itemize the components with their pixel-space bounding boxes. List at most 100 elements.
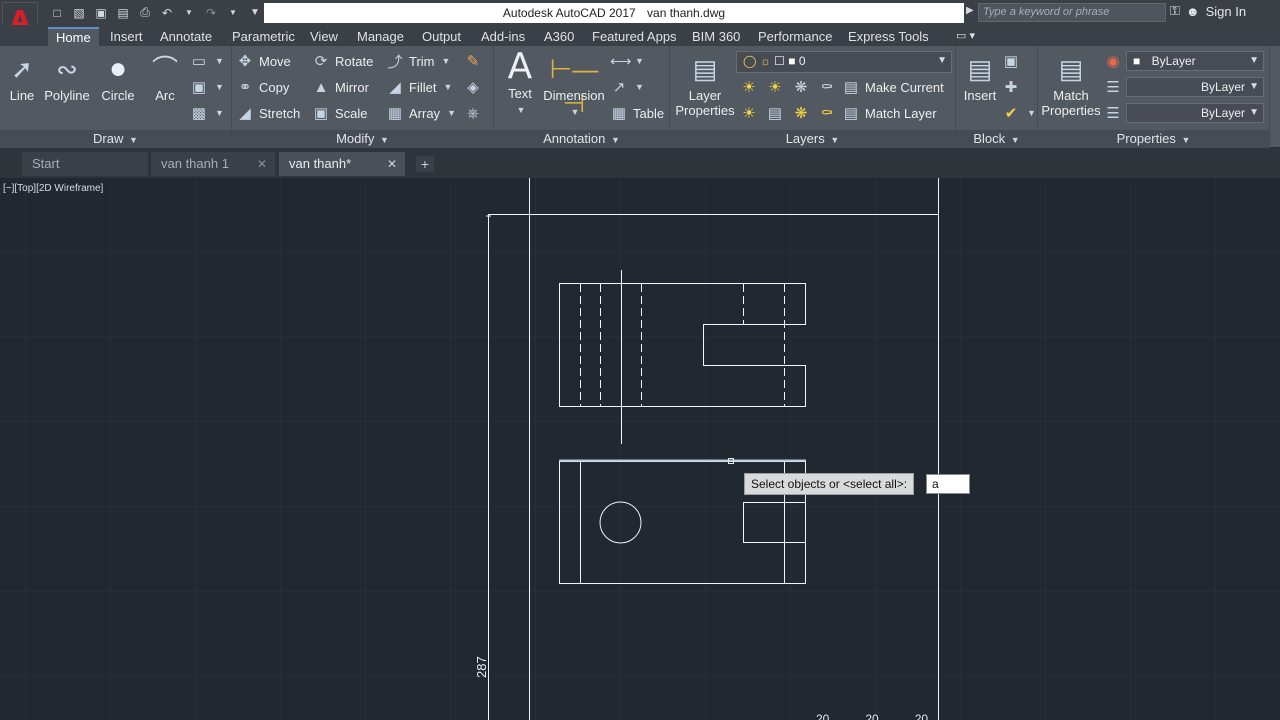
redo-icon[interactable]: ↷ (202, 4, 220, 22)
layer-properties-tool[interactable]: ▤ Layer Properties (674, 52, 736, 118)
leader-tool[interactable]: ↗ ▼ (610, 77, 644, 97)
plot-icon[interactable]: ⎙ (136, 4, 154, 22)
customize-qat-icon[interactable]: ▼ (246, 4, 264, 22)
tab-annotate[interactable]: Annotate (152, 27, 220, 46)
match-layer-tool[interactable]: ▤ Match Layer (842, 103, 937, 123)
undo-dropdown-icon[interactable]: ▼ (180, 4, 198, 22)
dimension-dropdown-icon[interactable]: ▼ (571, 107, 580, 117)
dynamic-input-field[interactable]: a (926, 474, 970, 494)
create-block-tool[interactable]: ▣ (1002, 51, 1020, 71)
insert-block-tool[interactable]: ▤ Insert (960, 52, 1000, 103)
tab-a360[interactable]: A360 (536, 27, 582, 46)
file-tab-van-thanh-1[interactable]: van thanh 1 ✕ (151, 152, 275, 176)
open-file-icon[interactable]: ▧ (70, 4, 88, 22)
circle-tool[interactable]: ● Circle (100, 52, 136, 103)
tab-view[interactable]: View (302, 27, 346, 46)
annotation-panel-title[interactable]: Annotation ▼ (494, 130, 669, 148)
boundary-dropdown-icon[interactable]: ▼ (215, 108, 224, 118)
dimension-tool[interactable]: ⊢—⊣ Dimension ▼ (542, 52, 606, 118)
make-current-tool[interactable]: ▤ Make Current (842, 77, 944, 97)
color-dropdown[interactable]: ■ ByLayer ▼ (1126, 51, 1264, 71)
stretch-tool[interactable]: ◢ Stretch (236, 103, 300, 123)
erase-tool[interactable]: ✎ (464, 51, 482, 71)
draw-panel-title[interactable]: Draw ▼ (0, 130, 231, 148)
rotate-tool[interactable]: ⟳ Rotate (312, 51, 374, 71)
linetype-dropdown[interactable]: ByLayer ▼ (1126, 103, 1264, 123)
undo-icon[interactable]: ↶ (158, 4, 176, 22)
close-tab-icon[interactable]: ✕ (387, 152, 397, 176)
redo-dropdown-icon[interactable]: ▼ (224, 4, 242, 22)
new-file-icon[interactable]: □ (48, 4, 66, 22)
layer-on-tool[interactable]: ☀ (740, 103, 758, 123)
array-dropdown-icon[interactable]: ▼ (447, 108, 456, 118)
tab-parametric[interactable]: Parametric (224, 27, 303, 46)
text-dropdown-icon[interactable]: ▼ (517, 105, 526, 115)
tab-insert[interactable]: Insert (102, 27, 151, 46)
linear-dim-tool[interactable]: ⟷ ▼ (610, 51, 644, 71)
tab-add-ins[interactable]: Add-ins (473, 27, 533, 46)
move-tool[interactable]: ✥ Move (236, 51, 291, 71)
explode-tool[interactable]: ◈ (464, 77, 482, 97)
viewport-controls[interactable]: [−][Top][2D Wireframe] (3, 183, 103, 194)
hatch-tool[interactable]: ▣ ▼ (190, 77, 224, 97)
tab-performance[interactable]: Performance (750, 27, 840, 46)
new-tab-button[interactable]: + (416, 156, 434, 172)
tab-output[interactable]: Output (414, 27, 469, 46)
trim-tool[interactable]: ⤴ Trim ▼ (386, 51, 450, 71)
leader-dropdown-icon[interactable]: ▼ (635, 82, 644, 92)
layer-isolate-tool[interactable]: ☀ (766, 77, 784, 97)
mirror-tool[interactable]: ▲ Mirror (312, 77, 369, 97)
edit-block-tool[interactable]: ✚ (1002, 77, 1020, 97)
array-tool[interactable]: ▦ Array ▼ (386, 103, 456, 123)
line-tool[interactable]: ➚ Line (6, 52, 38, 103)
boundary-tool[interactable]: ▩ ▼ (190, 103, 224, 123)
trim-dropdown-icon[interactable]: ▼ (442, 56, 451, 66)
user-icon[interactable]: ☻ (1186, 4, 1200, 19)
layer-freeze-tool[interactable]: ❋ (792, 77, 810, 97)
sign-in-link[interactable]: Sign In (1206, 4, 1246, 19)
block-attribute-dropdown-icon[interactable]: ▼ (1027, 108, 1036, 118)
drawing-canvas[interactable] (0, 178, 1280, 720)
layer-unlock-tool[interactable]: ⚰ (818, 103, 836, 123)
block-attribute-tool[interactable]: ✔ ▼ (1002, 103, 1036, 123)
layer-dropdown[interactable]: ◯ ☼ ☐ ■ 0 ▼ (736, 51, 952, 73)
layers-panel-title[interactable]: Layers ▼ (670, 130, 955, 148)
fillet-tool[interactable]: ◢ Fillet ▼ (386, 77, 452, 97)
scale-tool[interactable]: ▣ Scale (312, 103, 368, 123)
lineweight-dropdown[interactable]: ByLayer ▼ (1126, 77, 1264, 97)
hatch-dropdown-icon[interactable]: ▼ (215, 82, 224, 92)
ribbon-options-icon[interactable]: ▭ ▾ (948, 27, 983, 46)
block-panel-title[interactable]: Block ▼ (956, 130, 1037, 148)
close-tab-icon[interactable]: ✕ (257, 152, 267, 176)
tab-express-tools[interactable]: Express Tools (840, 27, 937, 46)
tab-featured-apps[interactable]: Featured Apps (584, 27, 685, 46)
search-expand-icon[interactable]: ▶ (966, 5, 974, 16)
fillet-dropdown-icon[interactable]: ▼ (443, 82, 452, 92)
copy-tool[interactable]: ⚭ Copy (236, 77, 290, 97)
file-tab-van-thanh[interactable]: van thanh* ✕ (279, 152, 405, 176)
offset-tool[interactable]: ⎈ (464, 103, 482, 123)
save-as-icon[interactable]: ▤ (114, 4, 132, 22)
table-tool[interactable]: ▦ Table (610, 103, 664, 123)
search-input[interactable]: Type a keyword or phrase (978, 3, 1166, 22)
tab-manage[interactable]: Manage (349, 27, 412, 46)
polyline-tool[interactable]: ∾ Polyline (44, 52, 90, 103)
rectangle-dropdown-icon[interactable]: ▼ (215, 56, 224, 66)
layer-off-tool[interactable]: ☀ (740, 77, 758, 97)
drawing-viewport[interactable]: [−][Top][2D Wireframe] 287 (0, 178, 1280, 720)
match-properties-tool[interactable]: ▤ Match Properties (1040, 52, 1102, 118)
tab-home[interactable]: Home (48, 27, 99, 46)
layer-thaw-tool[interactable]: ❋ (792, 103, 810, 123)
save-icon[interactable]: ▣ (92, 4, 110, 22)
properties-panel-title[interactable]: Properties ▼ (1038, 130, 1269, 148)
text-tool[interactable]: A Text ▼ (502, 49, 538, 116)
linear-dim-dropdown-icon[interactable]: ▼ (635, 56, 644, 66)
tab-bim-360[interactable]: BIM 360 (684, 27, 748, 46)
file-tab-start[interactable]: Start (22, 152, 148, 176)
binoculars-icon[interactable]: ⚿ (1170, 3, 1180, 19)
layer-unisolate-tool[interactable]: ▤ (766, 103, 784, 123)
layer-lock-tool[interactable]: ⚰ (818, 77, 836, 97)
arc-tool[interactable]: ⌒ Arc (148, 52, 182, 103)
modify-panel-title[interactable]: Modify ▼ (232, 130, 493, 148)
rectangle-tool[interactable]: ▭ ▼ (190, 51, 224, 71)
